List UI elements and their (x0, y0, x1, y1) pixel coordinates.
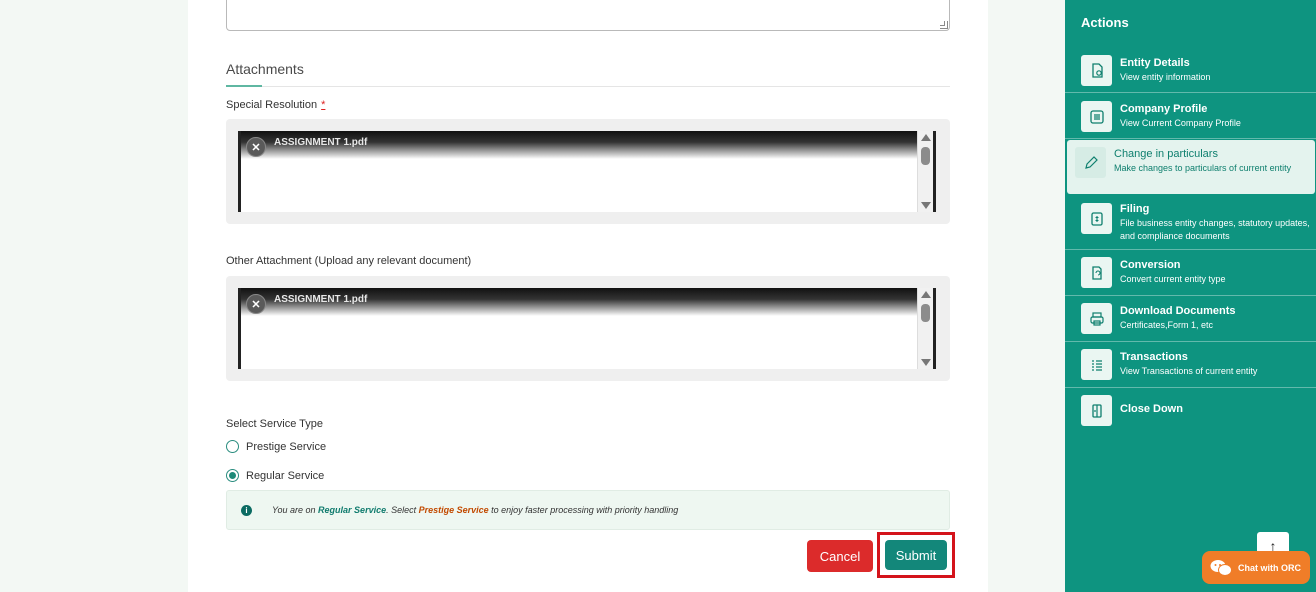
scroll-up-icon[interactable] (921, 291, 931, 298)
info-icon: i (241, 504, 252, 516)
sidebar-title: Actions (1081, 15, 1129, 30)
action-title: Conversion (1120, 259, 1181, 271)
action-description: View Current Company Profile (1120, 118, 1241, 128)
action-description: View entity information (1120, 72, 1211, 82)
file-name: ASSIGNMENT 1.pdf (274, 294, 368, 305)
file-preview: ✕ ASSIGNMENT 1.pdf (238, 131, 936, 212)
section-divider (226, 86, 950, 87)
conversion-icon (1081, 257, 1112, 288)
action-description: File business entity changes, statutory … (1120, 218, 1310, 241)
action-filing[interactable]: Filing File business entity changes, sta… (1065, 196, 1316, 250)
current-service-name: Regular Service (318, 505, 387, 515)
scroll-down-icon[interactable] (921, 202, 931, 209)
actions-sidebar: Actions Entity Details View entity infor… (1065, 0, 1316, 592)
comments-textarea[interactable] (226, 0, 950, 31)
special-resolution-label-text: Special Resolution (226, 99, 318, 111)
action-title: Filing (1120, 203, 1150, 215)
submit-button[interactable]: Submit (885, 540, 947, 570)
file-name: ASSIGNMENT 1.pdf (274, 137, 368, 148)
action-conversion[interactable]: Conversion Convert current entity type (1065, 250, 1316, 296)
pencil-icon (1075, 147, 1106, 178)
action-change-in-particulars[interactable]: Change in particulars Make changes to pa… (1067, 140, 1315, 194)
action-close-down[interactable]: Close Down (1065, 388, 1316, 434)
action-transactions[interactable]: Transactions View Transactions of curren… (1065, 342, 1316, 388)
attachments-heading: Attachments (226, 61, 304, 77)
action-download-documents[interactable]: Download Documents Certificates,Form 1, … (1065, 296, 1316, 342)
info-text-part: You are on (272, 505, 319, 515)
required-mark: * (321, 99, 326, 111)
file-preview: ✕ ASSIGNMENT 1.pdf (238, 288, 936, 369)
form-card: Attachments Special Resolution * ✕ ASSIGN… (188, 0, 988, 592)
special-resolution-label: Special Resolution * (226, 99, 325, 111)
action-title: Transactions (1120, 351, 1188, 363)
scroll-down-icon[interactable] (921, 359, 931, 366)
regular-service-label: Regular Service (246, 469, 325, 482)
action-description: View Transactions of current entity (1120, 366, 1258, 376)
action-entity-details[interactable]: Entity Details View entity information (1065, 47, 1316, 93)
regular-service-radio[interactable] (226, 469, 239, 482)
action-title: Entity Details (1120, 57, 1190, 69)
list-icon (1081, 101, 1112, 132)
info-text-part: . Select (386, 505, 419, 515)
action-title: Download Documents (1120, 305, 1236, 317)
action-title: Company Profile (1120, 103, 1208, 115)
chat-with-orc-button[interactable]: Chat with ORC (1202, 551, 1310, 584)
other-attachment-label: Other Attachment (Upload any relevant do… (226, 255, 472, 267)
special-resolution-upload[interactable]: ✕ ASSIGNMENT 1.pdf (226, 119, 950, 224)
document-search-icon (1081, 55, 1112, 86)
action-description: Certificates,Form 1, etc (1120, 320, 1214, 330)
upgrade-service-name: Prestige Service (418, 505, 489, 515)
scroll-up-icon[interactable] (921, 134, 931, 141)
close-down-icon (1081, 395, 1112, 426)
action-description: Convert current entity type (1120, 274, 1226, 284)
action-company-profile[interactable]: Company Profile View Current Company Pro… (1065, 93, 1316, 139)
action-description: Make changes to particulars of current e… (1114, 163, 1292, 173)
remove-file-icon[interactable]: ✕ (246, 294, 266, 314)
service-type-label: Select Service Type (226, 418, 324, 430)
regular-service-option[interactable]: Regular Service (226, 469, 324, 482)
scroll-thumb[interactable] (921, 147, 930, 165)
printer-icon (1081, 303, 1112, 334)
file-preview-scrollbar[interactable] (917, 131, 933, 212)
cancel-button[interactable]: Cancel (807, 540, 873, 572)
resize-handle-icon[interactable] (940, 21, 948, 29)
service-info-text: You are on Regular Service. Select Prest… (272, 505, 678, 515)
prestige-service-radio[interactable] (226, 440, 239, 453)
chat-label: Chat with ORC (1238, 562, 1301, 573)
chat-bubbles-icon (1210, 559, 1232, 577)
section-underline-accent (226, 85, 262, 87)
other-attachment-upload[interactable]: ✕ ASSIGNMENT 1.pdf (226, 276, 950, 381)
remove-file-icon[interactable]: ✕ (246, 137, 266, 157)
info-text-part: to enjoy faster processing with priority… (488, 505, 679, 515)
file-preview-scrollbar[interactable] (917, 288, 933, 369)
action-title: Change in particulars (1114, 148, 1218, 160)
service-info-banner: i You are on Regular Service. Select Pre… (226, 490, 950, 530)
action-title: Close Down (1120, 403, 1183, 415)
transactions-icon (1081, 349, 1112, 380)
filing-icon (1081, 203, 1112, 234)
scroll-thumb[interactable] (921, 304, 930, 322)
prestige-service-label: Prestige Service (246, 440, 327, 453)
submit-highlight-box: Submit (877, 532, 955, 578)
prestige-service-option[interactable]: Prestige Service (226, 440, 326, 453)
